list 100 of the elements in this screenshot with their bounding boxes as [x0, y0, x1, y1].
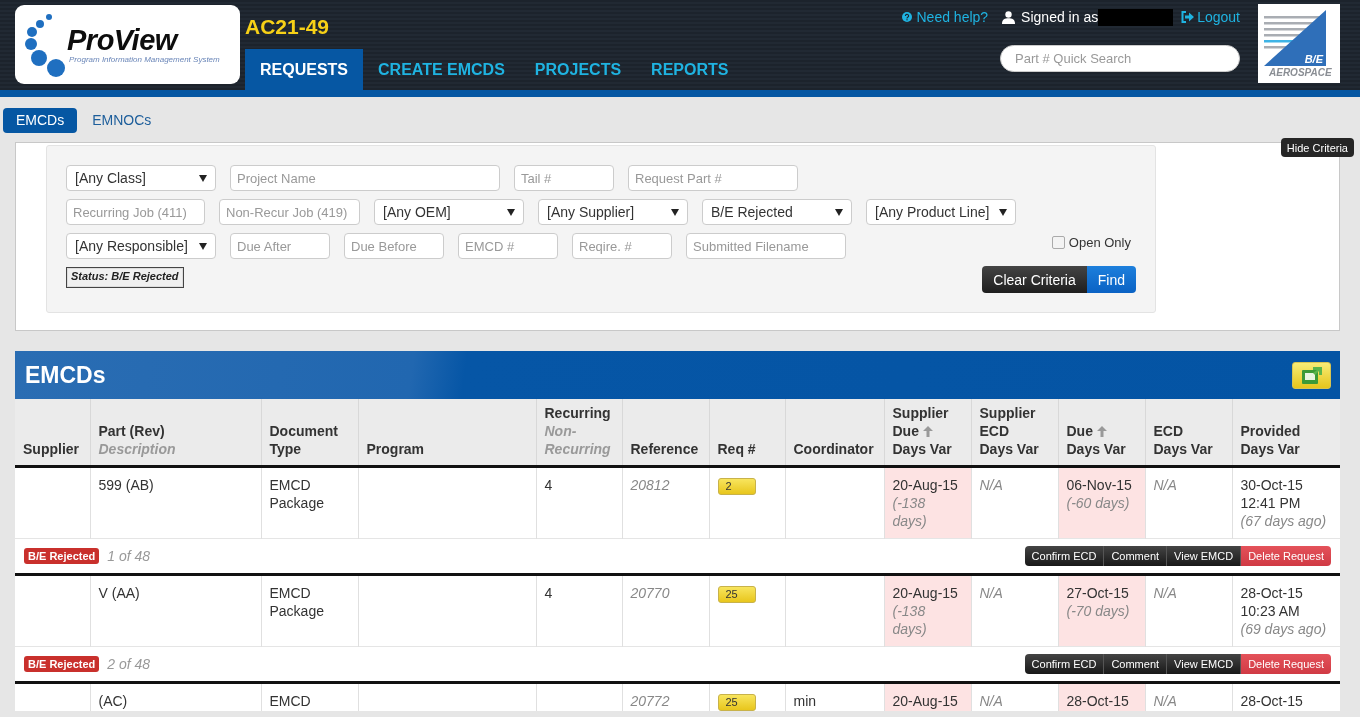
not-available-text: N/A	[1153, 477, 1177, 493]
row-action-button[interactable]: Delete Request	[1241, 546, 1331, 566]
dropdown[interactable]: [Any Product Line]	[866, 199, 1016, 225]
text-field[interactable]: Due Before	[344, 233, 444, 259]
row-action-button[interactable]: View EMCD	[1167, 654, 1242, 674]
coordinator-name: min	[793, 693, 817, 709]
row-action-button[interactable]: View EMCD	[1167, 546, 1242, 566]
column-header[interactable]: ECD Days Var	[1145, 399, 1232, 467]
reference-number: 20812	[630, 477, 670, 493]
column-title: Reference	[630, 441, 699, 457]
column-title: Days Var	[979, 440, 1040, 458]
logout-link[interactable]: Logout	[1181, 9, 1240, 25]
nav-tab[interactable]: PROJECTS	[519, 49, 637, 90]
column-title: Days Var	[1066, 440, 1127, 458]
dropdown[interactable]: [Any Class]	[66, 165, 216, 191]
dropdown[interactable]: [Any Supplier]	[538, 199, 688, 225]
part-number[interactable]: 599 (AB)	[98, 476, 253, 494]
column-title: Due	[1066, 423, 1093, 439]
column-header[interactable]: Supplier Due Days Var	[884, 399, 971, 467]
caret-icon	[835, 208, 843, 216]
column-header[interactable]: Supplier ECD Days Var	[971, 399, 1058, 467]
column-header[interactable]: Provided Days Var	[1232, 399, 1340, 467]
not-available-text: N/A	[979, 585, 1003, 601]
not-available-text: N/A	[979, 477, 1003, 493]
column-header[interactable]: Part (Rev) Description	[90, 399, 261, 467]
reference-number: 20770	[630, 585, 670, 601]
request-number-badge[interactable]: 25	[717, 694, 756, 711]
brand-name: ProView	[67, 25, 180, 55]
provided-time: 12:41 PM	[1240, 494, 1302, 512]
due-date: 20-Aug-15	[892, 476, 959, 494]
column-header[interactable]: Coordinator	[785, 399, 884, 467]
text-field[interactable]: Submitted Filename	[686, 233, 846, 259]
help-link[interactable]: Need help?	[902, 9, 989, 25]
provided-date: 28-Oct-15	[1240, 584, 1304, 602]
provided-date: 30-Oct-15	[1240, 476, 1304, 494]
part-number[interactable]: V (AA)	[98, 584, 253, 602]
column-header[interactable]: Document Type	[261, 399, 358, 467]
column-title: Program	[366, 441, 425, 457]
text-field[interactable]: Project Name	[230, 165, 500, 191]
dropdown[interactable]: [Any Responsible]	[66, 233, 216, 259]
request-number-badge[interactable]: 25	[717, 586, 756, 603]
days-variance: (-70 days)	[1066, 602, 1131, 620]
row-action-button[interactable]: Comment	[1104, 654, 1168, 674]
project-code: AC21-49	[245, 15, 331, 40]
dropdown[interactable]: B/E Rejected	[702, 199, 852, 225]
criteria-button[interactable]: Find	[1086, 266, 1136, 293]
sub-tab[interactable]: EMCDs	[3, 108, 78, 133]
status-label: B/E Rejected	[24, 548, 100, 564]
column-title: Supplier	[23, 441, 79, 457]
brand-tagline: Program Information Management System	[69, 55, 220, 65]
checkbox-label[interactable]: Open Only	[1068, 235, 1131, 250]
nav-tab[interactable]: CREATE EMCDS	[363, 49, 520, 90]
row-action-button[interactable]: Confirm ECD	[1024, 654, 1105, 674]
dots-icon	[23, 14, 65, 77]
column-title: Days Var	[1153, 440, 1214, 458]
request-number-badge[interactable]: 2	[717, 478, 756, 495]
column-header[interactable]: Due Days Var	[1058, 399, 1145, 467]
row-action-button[interactable]: Comment	[1104, 546, 1168, 566]
column-title: Part (Rev)	[98, 423, 165, 439]
export-button[interactable]	[1292, 361, 1331, 389]
hide-criteria-button[interactable]: Hide Criteria	[1280, 138, 1354, 157]
panel-title: EMCDs	[25, 361, 106, 389]
column-header[interactable]: Program	[358, 399, 536, 467]
document-type: EMCD Package	[269, 585, 324, 619]
row-action-button[interactable]: Delete Request	[1241, 654, 1331, 674]
text-field[interactable]: Reqire. #	[572, 233, 672, 259]
text-field[interactable]: EMCD #	[458, 233, 558, 259]
column-header[interactable]: Supplier	[15, 399, 90, 467]
caret-icon	[999, 208, 1007, 216]
sub-tab[interactable]: EMNOCs	[79, 108, 165, 133]
partner-logo-mark: B/E	[1304, 53, 1323, 65]
text-field[interactable]: Non-Recur Job (419)	[219, 199, 360, 225]
column-header[interactable]: Reference	[622, 399, 709, 467]
row-action-button[interactable]: Confirm ECD	[1024, 546, 1105, 566]
part-number[interactable]: (AC)	[98, 692, 253, 710]
caret-icon	[671, 208, 679, 216]
column-title: Supplier ECD	[979, 405, 1036, 439]
checkbox[interactable]	[1051, 236, 1065, 249]
text-field[interactable]: Request Part #	[628, 165, 798, 191]
dropdown[interactable]: [Any OEM]	[374, 199, 524, 225]
quick-search-field[interactable]: Part # Quick Search	[1000, 45, 1240, 72]
text-field[interactable]: Recurring Job (411)	[66, 199, 205, 225]
days-variance: (-60 days)	[1066, 494, 1131, 512]
column-header[interactable]: Recurring Non-Recurring	[536, 399, 622, 467]
nav-tab[interactable]: REQUESTS	[245, 49, 363, 90]
nav-tab[interactable]: REPORTS	[636, 49, 744, 90]
text-field[interactable]: Due After	[230, 233, 330, 259]
reference-number: 20772	[630, 693, 670, 709]
column-title: Req #	[717, 441, 756, 457]
criteria-button[interactable]: Clear Criteria	[982, 266, 1087, 293]
column-title: Coordinator	[793, 441, 874, 457]
due-date: 06-Nov-15	[1066, 476, 1133, 494]
partner-logo-name: AEROSPACE	[1269, 67, 1332, 79]
column-header[interactable]: Req #	[709, 399, 785, 467]
text-field[interactable]: Tail #	[514, 165, 614, 191]
user-icon	[1002, 10, 1016, 24]
caret-icon	[199, 174, 207, 182]
due-date: 20-Aug-15	[892, 692, 959, 710]
due-date: 28-Oct-15	[1066, 692, 1130, 710]
question-circle-icon	[902, 12, 913, 22]
